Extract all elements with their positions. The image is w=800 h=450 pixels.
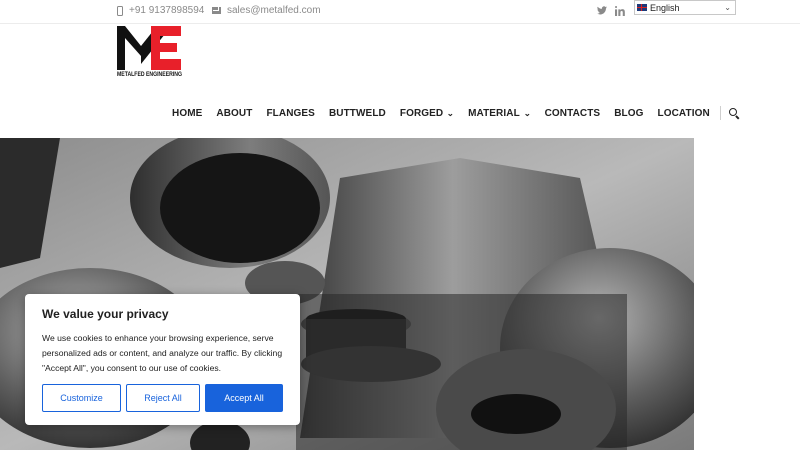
nav-label: MATERIAL bbox=[468, 107, 520, 119]
nav-label: ABOUT bbox=[216, 107, 253, 119]
cookie-buttons: Customize Reject All Accept All bbox=[42, 384, 283, 412]
nav-label: CONTACTS bbox=[544, 107, 601, 119]
language-selector[interactable]: English ⌄ bbox=[634, 0, 736, 15]
search-icon[interactable] bbox=[728, 108, 739, 118]
email-address: sales@metalfed.com bbox=[227, 5, 321, 16]
chevron-down-icon: ⌄ bbox=[446, 108, 455, 118]
nav-contacts[interactable]: CONTACTS bbox=[545, 108, 601, 119]
cookie-consent-dialog: We value your privacy We use cookies to … bbox=[25, 294, 300, 425]
nav-label: LOCATION bbox=[657, 107, 710, 119]
nav-location[interactable]: LOCATION bbox=[658, 108, 710, 119]
hero-overlay bbox=[296, 294, 627, 450]
nav-blog[interactable]: BLOG bbox=[614, 108, 643, 119]
nav-forged[interactable]: FORGED ⌄ bbox=[400, 108, 454, 119]
top-bar: +91 9137898594 sales@metalfed.com Englis… bbox=[0, 0, 800, 24]
email-contact[interactable]: sales@metalfed.com bbox=[212, 5, 321, 16]
reject-all-button[interactable]: Reject All bbox=[126, 384, 200, 412]
cookie-title: We value your privacy bbox=[42, 307, 169, 321]
nav-label: FLANGES bbox=[266, 107, 315, 119]
nav-home[interactable]: HOME bbox=[172, 108, 202, 119]
chevron-down-icon: ⌄ bbox=[724, 3, 731, 12]
nav-divider bbox=[719, 106, 721, 120]
nav-about[interactable]: ABOUT bbox=[216, 108, 252, 119]
logo-caption: METALFED ENGINEERING bbox=[117, 71, 182, 78]
phone-contact[interactable]: +91 9137898594 bbox=[117, 5, 204, 16]
customize-button[interactable]: Customize bbox=[42, 384, 121, 412]
nav-flanges[interactable]: FLANGES bbox=[266, 108, 314, 119]
nav-buttweld[interactable]: BUTTWELD bbox=[329, 108, 386, 119]
mail-icon bbox=[212, 7, 221, 14]
main-nav: HOME ABOUT FLANGES BUTTWELD FORGED ⌄ MATE… bbox=[172, 106, 739, 120]
cookie-body: We use cookies to enhance your browsing … bbox=[42, 333, 283, 373]
phone-icon bbox=[117, 5, 123, 16]
phone-number: +91 9137898594 bbox=[129, 5, 205, 16]
accept-all-button[interactable]: Accept All bbox=[205, 384, 283, 412]
nav-label: HOME bbox=[172, 107, 203, 119]
nav-label: BUTTWELD bbox=[328, 107, 386, 119]
uk-flag-icon bbox=[637, 4, 647, 11]
nav-label: BLOG bbox=[614, 107, 644, 119]
language-label: English bbox=[650, 2, 680, 13]
linkedin-icon[interactable] bbox=[615, 6, 625, 19]
twitter-icon[interactable] bbox=[597, 6, 607, 18]
chevron-down-icon: ⌄ bbox=[523, 108, 531, 118]
nav-material[interactable]: MATERIAL ⌄ bbox=[468, 108, 531, 119]
nav-label: FORGED bbox=[399, 107, 444, 119]
